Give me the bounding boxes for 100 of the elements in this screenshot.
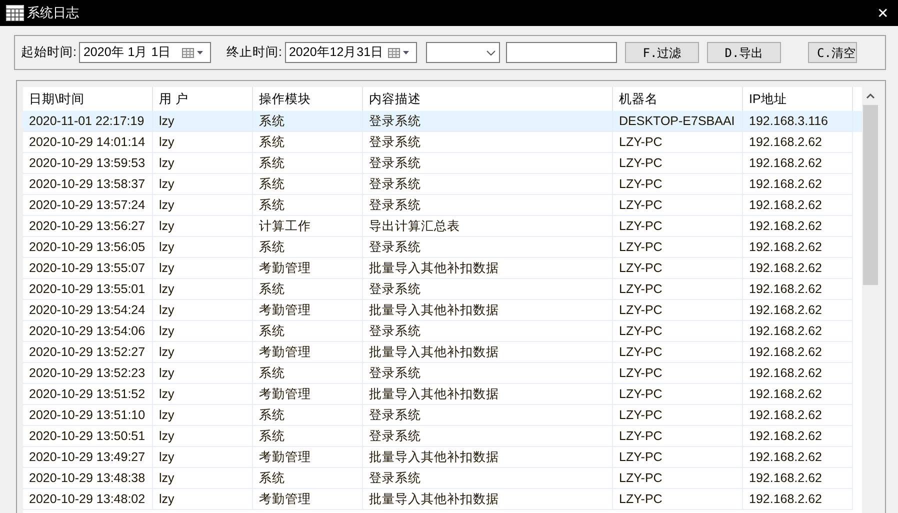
table-cell: 192.168.2.62	[743, 258, 853, 279]
table-cell: 考勤管理	[253, 342, 363, 363]
table-cell: 2020-10-29 13:56:05	[23, 237, 153, 258]
table-cell: LZY-PC	[613, 174, 743, 195]
table-cell: 登录系统	[363, 426, 613, 447]
table-cell: 登录系统	[363, 237, 613, 258]
table-cell: 登录系统	[363, 174, 613, 195]
table-cell: 系统	[253, 174, 363, 195]
table-cell: 2020-10-29 13:50:51	[23, 426, 153, 447]
table-cell: 192.168.2.62	[743, 279, 853, 300]
table-cell: lzy	[153, 279, 253, 300]
table-cell: LZY-PC	[613, 216, 743, 237]
table-cell: 系统	[253, 321, 363, 342]
table-cell: lzy	[153, 363, 253, 384]
start-time-label: 起始时间:	[21, 44, 76, 62]
table-cell: 批量导入其他补扣数据	[363, 447, 613, 468]
table-cell: 登录系统	[363, 132, 613, 153]
table-cell: LZY-PC	[613, 279, 743, 300]
table-cell: LZY-PC	[613, 195, 743, 216]
table-cell: lzy	[153, 195, 253, 216]
date-picker[interactable]: 2020年12月31日	[284, 42, 417, 63]
table-cell: 计算工作	[253, 216, 363, 237]
table-cell: LZY-PC	[613, 237, 743, 258]
table-cell: 192.168.2.62	[743, 195, 853, 216]
table-cell: lzy	[153, 153, 253, 174]
table-cell: lzy	[153, 237, 253, 258]
table-cell: LZY-PC	[613, 468, 743, 489]
table-cell: lzy	[153, 132, 253, 153]
table-cell: 登录系统	[363, 321, 613, 342]
table-cell: lzy	[153, 489, 253, 510]
table-cell: LZY-PC	[613, 384, 743, 405]
table-cell: 系统	[253, 468, 363, 489]
table-cell: 2020-10-29 14:01:14	[23, 132, 153, 153]
text-field[interactable]	[506, 42, 617, 63]
table-cell: 系统	[253, 237, 363, 258]
table-cell: lzy	[153, 447, 253, 468]
table-cell: lzy	[153, 321, 253, 342]
table-cell: 系统	[253, 153, 363, 174]
table-cell: 2020-10-29 13:51:52	[23, 384, 153, 405]
table-cell: LZY-PC	[613, 153, 743, 174]
table-cell: LZY-PC	[613, 447, 743, 468]
table-cell: 192.168.2.62	[743, 174, 853, 195]
window-title: 系统日志	[27, 4, 79, 22]
table-cell: 登录系统	[363, 405, 613, 426]
table-cell: 考勤管理	[253, 447, 363, 468]
table-cell: 192.168.2.62	[743, 468, 853, 489]
table-cell: 系统	[253, 111, 363, 132]
table-cell: 系统	[253, 279, 363, 300]
table-cell: 192.168.2.62	[743, 405, 853, 426]
scroll-thumb[interactable]	[863, 105, 878, 285]
toolbar-button[interactable]: F.过滤	[624, 42, 699, 63]
toolbar-button[interactable]: D.导出	[706, 42, 781, 63]
table-cell: 192.168.3.116	[743, 111, 853, 132]
table-cell: lzy	[153, 384, 253, 405]
table-cell: 2020-10-29 13:52:23	[23, 363, 153, 384]
table-cell: lzy	[153, 258, 253, 279]
table-cell: 考勤管理	[253, 384, 363, 405]
table-cell: DESKTOP-E7SBAAI	[613, 111, 743, 132]
table-cell: LZY-PC	[613, 426, 743, 447]
table-cell: 192.168.2.62	[743, 363, 853, 384]
table-cell: LZY-PC	[613, 489, 743, 510]
table-cell: lzy	[153, 111, 253, 132]
table-cell: 系统	[253, 363, 363, 384]
table-cell: LZY-PC	[613, 342, 743, 363]
table-cell: 考勤管理	[253, 300, 363, 321]
table-cell: 系统	[253, 132, 363, 153]
table-cell: 批量导入其他补扣数据	[363, 384, 613, 405]
table-cell: 考勤管理	[253, 489, 363, 510]
table-cell: 系统	[253, 426, 363, 447]
table-cell: 2020-10-29 13:56:27	[23, 216, 153, 237]
table-cell: 2020-10-29 13:59:53	[23, 153, 153, 174]
table-cell: lzy	[153, 342, 253, 363]
table-cell: 登录系统	[363, 195, 613, 216]
table-cell: LZY-PC	[613, 321, 743, 342]
table-cell: 批量导入其他补扣数据	[363, 258, 613, 279]
chevron-down-icon	[486, 50, 496, 56]
table-cell: 登录系统	[363, 468, 613, 489]
table-cell: 批量导入其他补扣数据	[363, 489, 613, 510]
table-cell: LZY-PC	[613, 258, 743, 279]
date-picker[interactable]: 2020年 1月 1日	[79, 42, 212, 63]
table-cell: 192.168.2.62	[743, 321, 853, 342]
table-cell: 批量导入其他补扣数据	[363, 342, 613, 363]
table-cell: LZY-PC	[613, 363, 743, 384]
table-cell: 系统	[253, 405, 363, 426]
table-cell: 192.168.2.62	[743, 216, 853, 237]
table-cell: 2020-10-29 13:55:01	[23, 279, 153, 300]
table-cell: 2020-10-29 13:58:37	[23, 174, 153, 195]
table-cell: LZY-PC	[613, 300, 743, 321]
table-cell: 192.168.2.62	[743, 153, 853, 174]
selected-row[interactable]: 2020-11-01 22:17:19 lzy 系统 登录系统 DESKTOP-E7SBAAI 192.168.3.116	[23, 111, 862, 132]
table-cell: 登录系统	[363, 363, 613, 384]
toolbar-button[interactable]: C.清空	[808, 42, 857, 63]
table-cell: 2020-10-29 13:48:02	[23, 489, 153, 510]
close-button[interactable]: ✕	[868, 2, 898, 24]
table-cell: 2020-10-29 13:57:24	[23, 195, 153, 216]
dropdown[interactable]	[426, 42, 500, 63]
table-cell: LZY-PC	[613, 132, 743, 153]
table-cell: lzy	[153, 468, 253, 489]
table-icon	[6, 5, 24, 21]
table-cell: lzy	[153, 216, 253, 237]
